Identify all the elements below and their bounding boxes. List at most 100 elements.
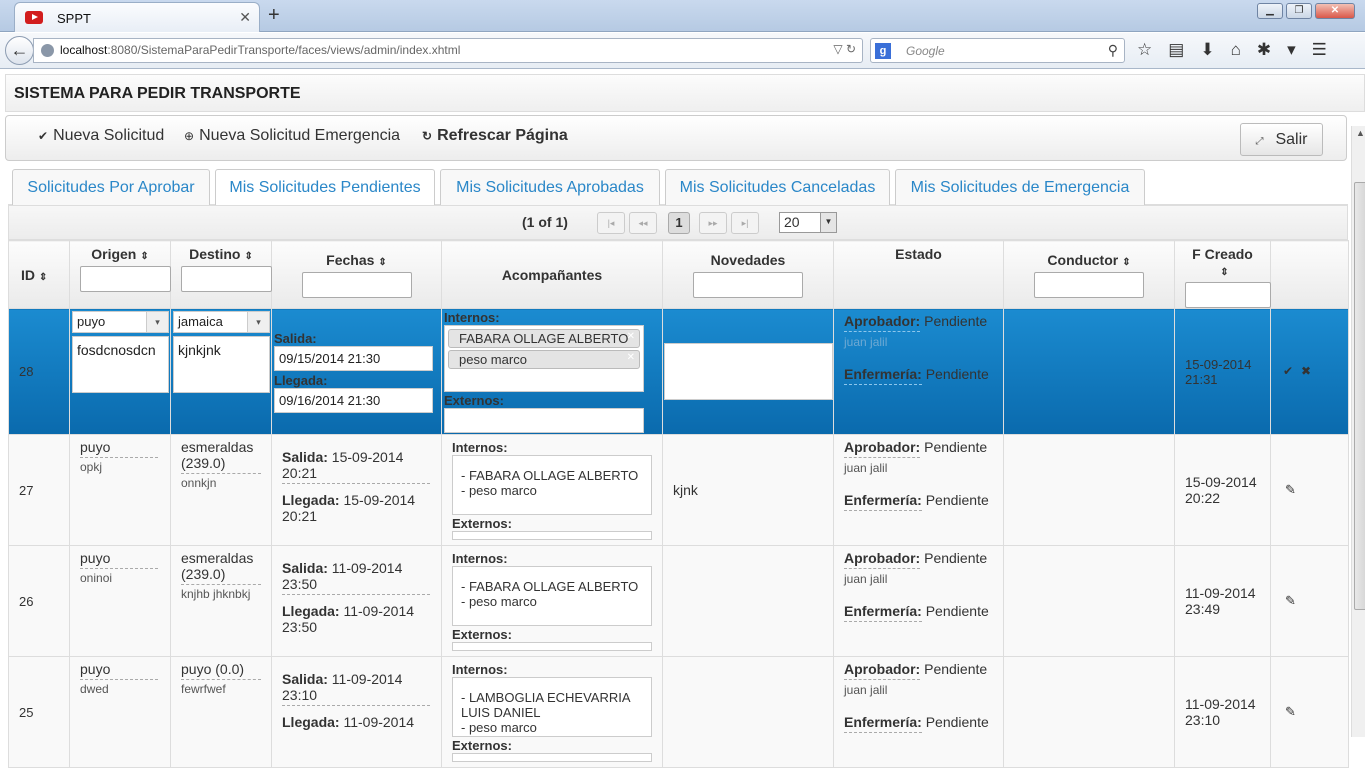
tab-pendientes[interactable]: Mis Solicitudes Pendientes (215, 169, 435, 206)
addon-icon[interactable]: ✱ (1257, 40, 1271, 60)
last-page-icon[interactable]: ▸| (731, 212, 759, 234)
chip-interno-1: FABARA OLLAGE ALBERTO ✕ (448, 329, 640, 348)
internos-label: Internos: (452, 662, 508, 677)
close-window-icon[interactable]: ✕ (1315, 3, 1355, 19)
table-row[interactable]: 25 puyo dwed puyo (0.0) fewrfwef Salida: 11-0… (8, 656, 1349, 768)
origen-detail: oninoi (80, 571, 113, 585)
browser-tab[interactable]: SPPT ✕ (14, 2, 260, 32)
fechas-filter-input[interactable] (301, 271, 412, 298)
scroll-up-icon[interactable]: ▲ (1356, 128, 1365, 138)
close-tab-icon[interactable]: ✕ (239, 9, 251, 26)
restore-icon[interactable]: ❐ (1286, 3, 1312, 19)
page-1-button[interactable]: 1 (668, 212, 690, 234)
aprobador-status: Pendiente (924, 550, 988, 566)
menu-icon[interactable]: ☰ (1312, 40, 1327, 60)
refrescar-menu[interactable]: ↻ Refrescar Página (422, 127, 568, 145)
remove-chip-icon[interactable]: ✕ (627, 331, 635, 342)
internos-label: Internos: (444, 310, 500, 325)
salir-button[interactable]: ⤢ Salir (1240, 123, 1323, 156)
conductor-filter-input[interactable] (1034, 271, 1144, 298)
novedades-filter-input[interactable] (693, 271, 803, 298)
search-box[interactable]: g Google ⚲ (870, 38, 1125, 63)
nueva-emergencia-label: Nueva Solicitud Emergencia (199, 127, 401, 144)
col-origen[interactable]: Origen ⇕ (69, 240, 171, 309)
pencil-icon[interactable]: ✎ (1285, 593, 1296, 609)
destino-filter-input[interactable] (181, 266, 272, 292)
salir-label: Salir (1275, 131, 1308, 148)
nueva-solicitud-menu[interactable]: ✔ Nueva Solicitud (38, 127, 164, 145)
col-conductor[interactable]: Conductor ⇕ (1003, 240, 1175, 309)
back-button[interactable]: ← (5, 36, 34, 65)
origen-filter-input[interactable] (80, 266, 171, 292)
reload-icon[interactable]: ▽ ↻ (833, 42, 856, 56)
salida-label: Salida: (282, 449, 328, 465)
table-row[interactable]: 27 puyo opkj esmeraldas (239.0) onnkjn Salida… (8, 434, 1349, 546)
sort-icon: ⇕ (1122, 256, 1131, 268)
row-id: 25 (8, 656, 70, 768)
novedades-input[interactable] (664, 343, 833, 400)
pencil-icon[interactable]: ✎ (1285, 482, 1296, 498)
destino-select[interactable]: jamaica ▾ (173, 311, 270, 333)
llegada-label: Llegada: (282, 714, 340, 730)
destino-detail-input[interactable]: kjnkjnk (173, 336, 270, 393)
externos-input[interactable] (444, 408, 644, 433)
externos-label: Externos: (444, 393, 504, 408)
tab-aprobadas[interactable]: Mis Solicitudes Aprobadas (440, 169, 660, 205)
table-row-editing[interactable]: 28 puyo ▾ fosdcnosdcn jamaica ▾ kjnkjnk Sa… (8, 308, 1349, 435)
sort-icon: ⇕ (244, 251, 253, 262)
actions-cell: ✎ (1270, 545, 1349, 657)
interno-item: - LAMBOGLIA ECHEVARRIA LUIS DANIEL (461, 690, 630, 720)
tab-emergencia[interactable]: Mis Solicitudes de Emergencia (895, 169, 1145, 205)
externos-label: Externos: (452, 738, 512, 753)
novedades-cell (662, 656, 834, 768)
bookmark-star-icon[interactable]: ☆ (1137, 40, 1152, 60)
acompanantes-cell: Internos: FABARA OLLAGE ALBERTO ✕ peso ma… (441, 308, 663, 435)
download-icon[interactable]: ⬇ (1200, 40, 1214, 60)
menu-bar: ✔ Nueva Solicitud ⊕ Nueva Solicitud Emerge… (5, 115, 1347, 161)
interno-item: - FABARA OLLAGE ALBERTO (461, 468, 639, 483)
col-fechas[interactable]: Fechas ⇕ (271, 240, 442, 309)
externos-list (452, 531, 652, 540)
search-icon[interactable]: ⚲ (1108, 42, 1118, 59)
tab-canceladas[interactable]: Mis Solicitudes Canceladas (665, 169, 890, 205)
cancel-x-icon[interactable]: ✖ (1301, 364, 1311, 378)
col-id[interactable]: ID ⇕ (8, 240, 70, 309)
llegada-input[interactable]: 09/16/2014 21:30 (274, 388, 433, 413)
estado-cell: Aprobador: Pendiente juan jalil Enfermería… (833, 545, 1004, 657)
tab-por-aprobar[interactable]: Solicitudes Por Aprobar (12, 169, 210, 205)
reading-list-icon[interactable]: ▤ (1168, 40, 1184, 60)
address-bar[interactable]: localhost:8080/SistemaParaPedirTransport… (33, 38, 863, 63)
scrollbar[interactable]: ▲ (1351, 126, 1365, 737)
origen-cell: puyo ▾ fosdcnosdcn (69, 308, 171, 435)
first-page-icon[interactable]: |◂ (597, 212, 625, 234)
row-id: 28 (8, 308, 70, 435)
fechas-cell: Salida: 15-09-2014 20:21 Llegada: 15-09-2… (271, 434, 442, 546)
interno-item: - peso marco (461, 483, 537, 498)
home-icon[interactable]: ⌂ (1231, 40, 1241, 60)
next-page-icon[interactable]: ▸▸ (699, 212, 727, 234)
pencil-icon[interactable]: ✎ (1285, 704, 1296, 720)
externos-label: Externos: (452, 516, 512, 531)
new-tab-icon[interactable]: + (268, 4, 280, 27)
col-fcreado[interactable]: F Creado ⇕ (1174, 240, 1271, 309)
col-destino[interactable]: Destino ⇕ (170, 240, 272, 309)
rows-per-page-select[interactable]: 20 ▼ (779, 212, 837, 233)
fcreado-filter-input[interactable] (1185, 282, 1271, 308)
browser-toolbar: ☆ ▤ ⬇ ⌂ ✱ ▾ ☰ (1137, 40, 1327, 60)
minimize-icon[interactable]: ▁ (1257, 3, 1283, 19)
dropdown-icon[interactable]: ▾ (1287, 40, 1296, 60)
enfermeria-label: Enfermería: (844, 714, 922, 733)
save-check-icon[interactable]: ✔ (1283, 364, 1293, 378)
scrollbar-thumb[interactable] (1354, 182, 1365, 610)
table-row[interactable]: 26 puyo oninoi esmeraldas (239.0) knjhb jhkn… (8, 545, 1349, 657)
nueva-emergencia-menu[interactable]: ⊕ Nueva Solicitud Emergencia (184, 127, 400, 145)
salida-input[interactable]: 09/15/2014 21:30 (274, 346, 433, 371)
internos-chips[interactable]: FABARA OLLAGE ALBERTO ✕ peso marco ✕ (444, 325, 644, 392)
externos-list (452, 753, 652, 762)
browser-tab-bar: SPPT ✕ + ▁ ❐ ✕ (0, 0, 1365, 32)
origen-select[interactable]: puyo ▾ (72, 311, 169, 333)
remove-chip-icon[interactable]: ✕ (627, 352, 635, 363)
fechas-cell: Salida: 11-09-2014 23:50 Llegada: 11-09-2… (271, 545, 442, 657)
prev-page-icon[interactable]: ◂◂ (629, 212, 657, 234)
origen-detail-input[interactable]: fosdcnosdcn (72, 336, 169, 393)
